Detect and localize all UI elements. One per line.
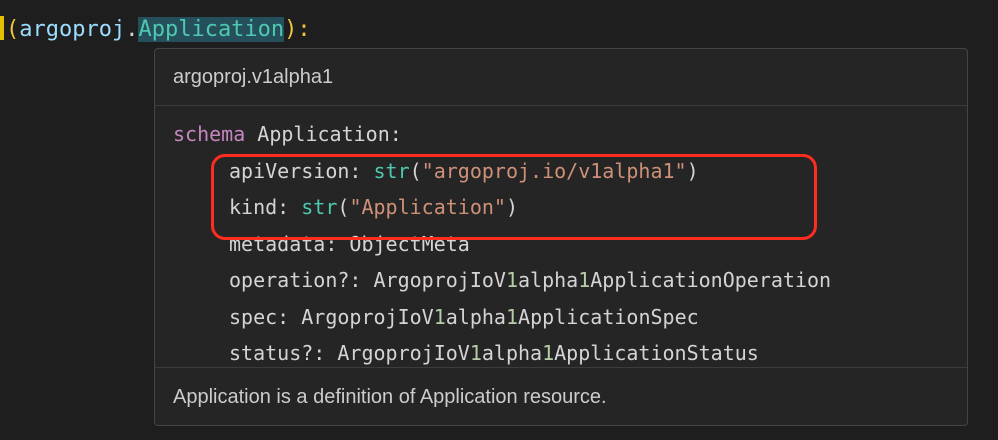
hovered-class-name[interactable]: Application bbox=[138, 17, 285, 42]
field-name: apiVersion: bbox=[229, 158, 362, 183]
field-name: status?: bbox=[229, 341, 326, 365]
field-type-part: alpha bbox=[445, 304, 506, 329]
field-line-apiversion: apiVersion: str("argoproj.io/v1alpha1") bbox=[173, 153, 967, 190]
field-type-number: 1 bbox=[578, 268, 591, 292]
field-type-part: ApplicationOperation bbox=[590, 268, 832, 292]
schema-declaration-line: schema Application: bbox=[173, 116, 967, 153]
open-paren: ( bbox=[6, 17, 20, 42]
field-type-number: 1 bbox=[505, 304, 519, 329]
hover-module-header: argoproj.v1alpha1 bbox=[155, 49, 967, 106]
field-name: metadata: bbox=[229, 231, 338, 256]
field-string-value: "Application" bbox=[349, 195, 506, 219]
close-paren-colon: ): bbox=[284, 17, 311, 42]
field-type-part: ApplicationStatus bbox=[554, 341, 759, 365]
field-line-kind: kind: str("Application") bbox=[173, 189, 967, 226]
field-fn: str bbox=[373, 158, 410, 183]
field-line-spec: spec: ArgoprojIoV1alpha1ApplicationSpec bbox=[173, 299, 967, 336]
field-name: operation?: bbox=[229, 268, 362, 292]
field-fn: str bbox=[301, 195, 338, 219]
field-type-part: alpha bbox=[518, 268, 579, 292]
field-type-part: ArgoprojIoV bbox=[301, 304, 434, 329]
field-name: kind: bbox=[229, 195, 290, 219]
field-close-paren: ) bbox=[686, 158, 699, 183]
editor-code-line[interactable]: (argoproj.Application): bbox=[0, 10, 311, 50]
field-close-paren: ) bbox=[505, 195, 519, 219]
field-type-number: 1 bbox=[505, 268, 518, 292]
hover-description: Application is a definition of Applicati… bbox=[173, 386, 607, 408]
field-name: spec: bbox=[229, 304, 290, 329]
dot-separator: . bbox=[125, 17, 139, 42]
hover-tooltip: argoproj.v1alpha1 schema Application: ap… bbox=[154, 48, 968, 426]
field-type: ObjectMeta bbox=[349, 231, 470, 256]
field-open-paren: ( bbox=[409, 158, 422, 183]
field-type-number: 1 bbox=[542, 341, 555, 365]
field-type-number: 1 bbox=[469, 341, 482, 365]
module-name[interactable]: argoproj bbox=[19, 17, 125, 42]
field-line-operation: operation?: ArgoprojIoV1alpha1Applicatio… bbox=[173, 262, 967, 299]
field-type-number: 1 bbox=[433, 304, 446, 329]
hover-schema-code: schema Application: apiVersion: str("arg… bbox=[155, 106, 967, 368]
field-line-status: status?: ArgoprojIoV1alpha1ApplicationSt… bbox=[173, 335, 967, 372]
field-type-part: alpha bbox=[481, 341, 543, 365]
field-type-part: ArgoprojIoV bbox=[373, 268, 506, 292]
field-line-metadata: metadata: ObjectMeta bbox=[173, 226, 967, 263]
field-type-part: ApplicationSpec bbox=[518, 304, 699, 329]
bracket-match-marker bbox=[0, 16, 4, 40]
field-open-paren: ( bbox=[337, 195, 350, 219]
schema-keyword: schema bbox=[173, 122, 246, 146]
field-string-value: "argoproj.io/v1alpha1" bbox=[421, 158, 687, 183]
schema-name: Application: bbox=[257, 122, 402, 146]
field-type-part: ArgoprojIoV bbox=[337, 341, 470, 365]
